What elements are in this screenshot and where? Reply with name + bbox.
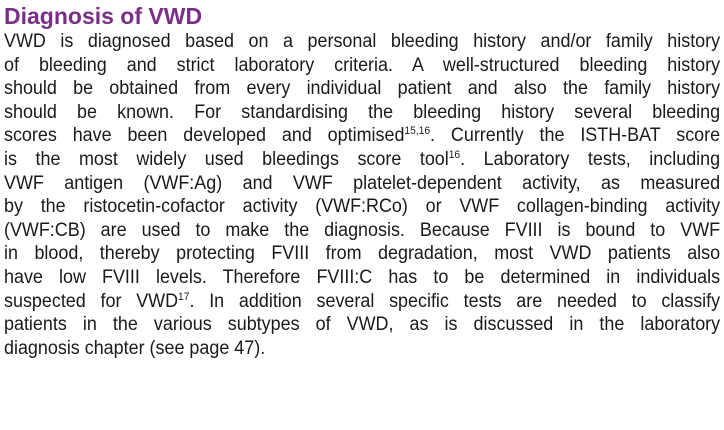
- citation-superscript: 16: [448, 148, 461, 161]
- section-heading: Diagnosis of VWD: [4, 3, 203, 29]
- text-line: should be obtained from every individual…: [4, 78, 721, 100]
- text-line: is the most widely used bleedings score …: [4, 148, 720, 172]
- text-fragment: is the most widely used bleedings score …: [4, 148, 449, 170]
- text-line: of bleeding and strict laboratory criter…: [4, 54, 721, 76]
- text-line: patients in the various subtypes of VWD,…: [4, 314, 721, 336]
- text-line: in blood, thereby protecting FVIII from …: [4, 243, 721, 265]
- text-fragment: . In addition several specific tests are…: [189, 290, 721, 312]
- text-fragment: suspected for VWD: [4, 290, 179, 312]
- text-line: VWF antigen (VWF:Ag) and VWF platelet-de…: [4, 172, 721, 194]
- text-line: diagnosis chapter (see page 47).: [4, 337, 266, 359]
- citation-superscript: 17: [178, 290, 190, 303]
- text-fragment: . Currently the ISTH-BAT score: [430, 125, 721, 147]
- text-line: by the ristocetin-cofactor activity (VWF…: [4, 196, 721, 218]
- text-line: VWD is diagnosed based on a personal ble…: [4, 31, 721, 52]
- text-fragment: . Laboratory tests, including: [460, 148, 721, 170]
- body-paragraph: VWD is diagnosed based on a personal ble…: [4, 30, 720, 360]
- text-line: should be known. For standardising the b…: [4, 101, 721, 123]
- text-line: (VWF:CB) are used to make the diagnosis.…: [4, 219, 721, 241]
- text-line: have low FVIII levels. Therefore FVIII:C…: [4, 266, 721, 288]
- text-fragment: scores have been developed and optimised: [4, 125, 405, 147]
- citation-superscript: 15,16: [404, 125, 431, 138]
- text-line: suspected for VWD17. In addition several…: [4, 290, 720, 314]
- text-line: scores have been developed and optimised…: [4, 124, 720, 148]
- document-page: Diagnosis of VWD VWD is diagnosed based …: [4, 2, 720, 360]
